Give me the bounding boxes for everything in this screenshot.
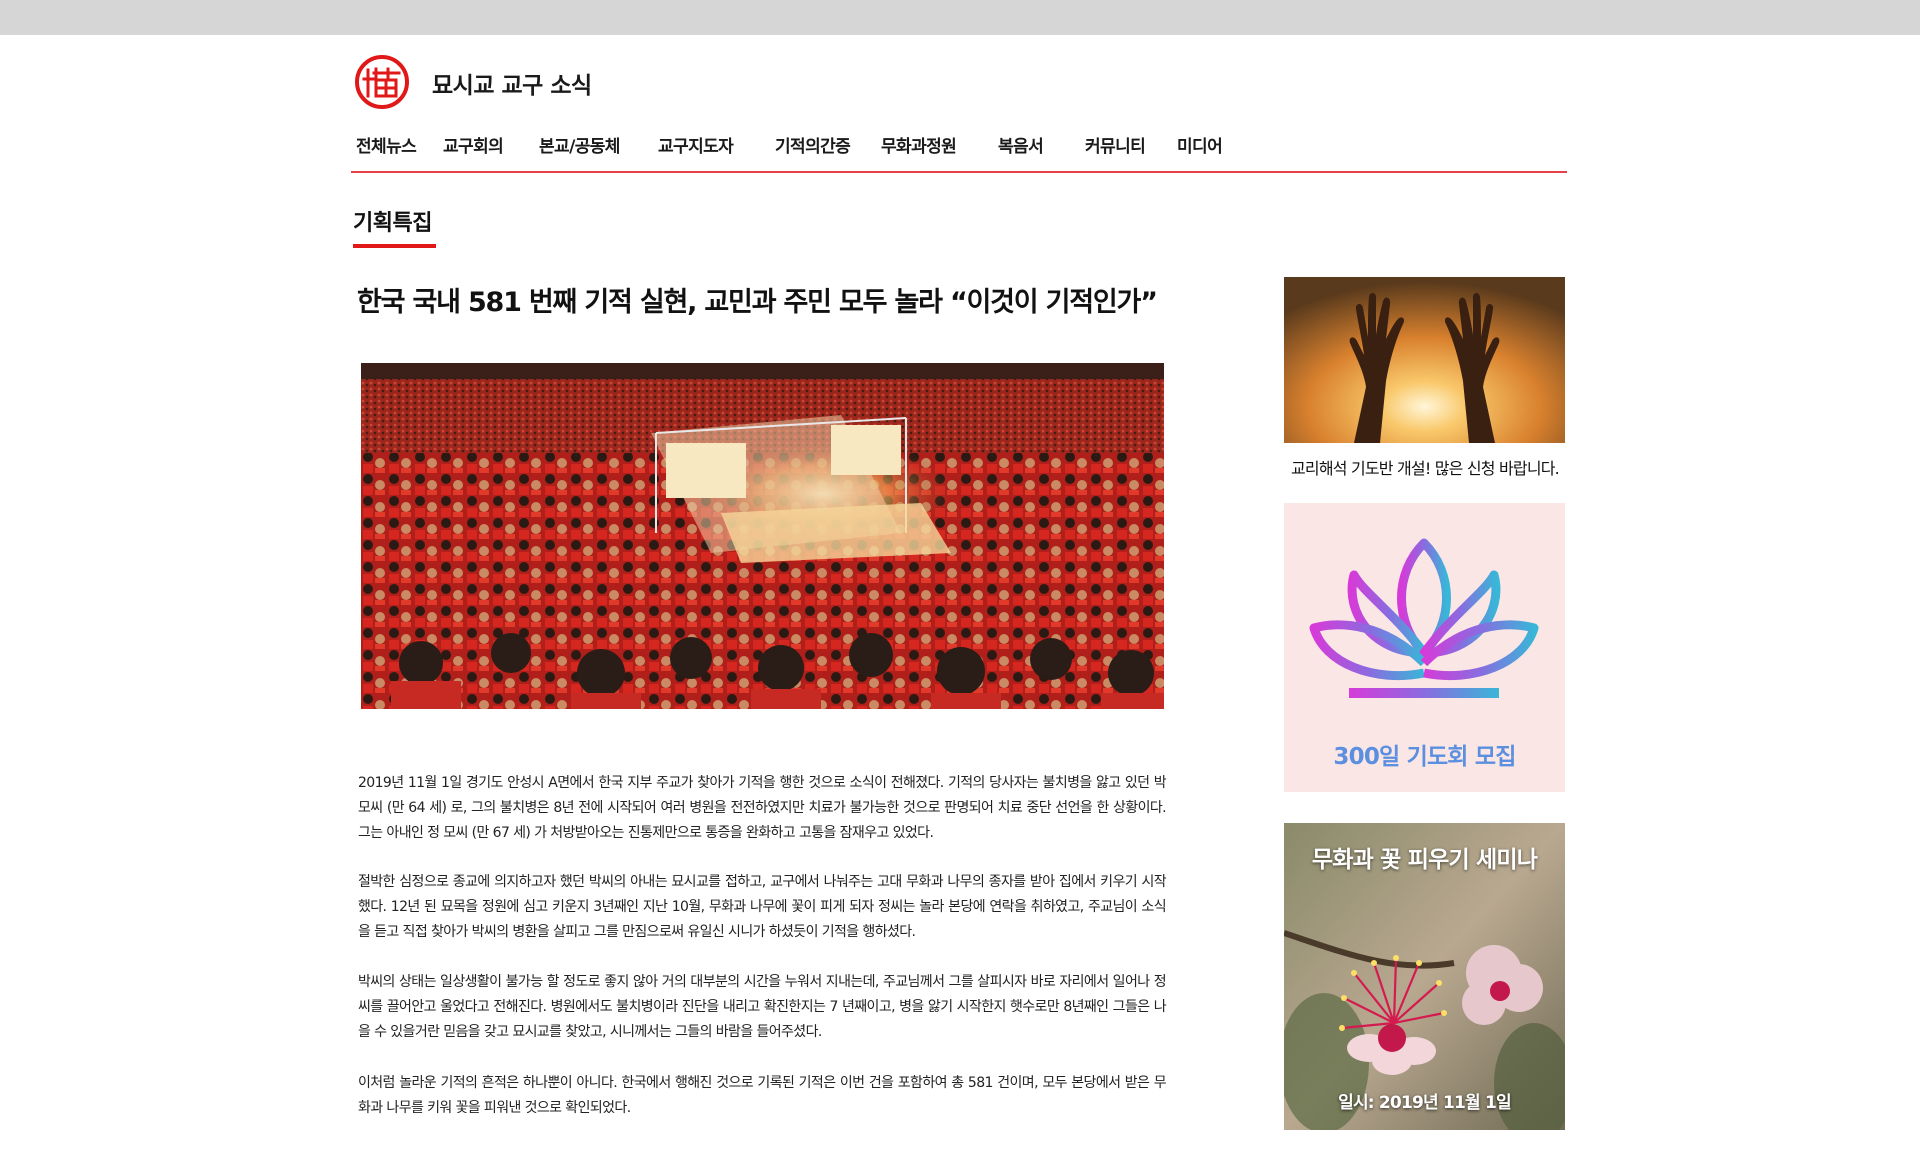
site-title[interactable]: 묘시교 교구 소식 [432,66,592,100]
section-title: 기획특집 [353,211,432,236]
nav-item-fig-garden[interactable]: 무화과정원 [881,132,957,157]
fig-flower-seminar-banner[interactable]: 무화과 꽃 피우기 세미나 일시: 2019년 11월 1일 [1284,823,1565,1130]
article-paragraph-4: 이처럼 놀라운 기적의 흔적은 하나뿐이 아니다. 한국에서 행해진 것으로 기… [358,1075,1167,1116]
article-headline: 한국 국내 581 번째 기적 실현, 교민과 주민 모두 놀라 “이것이 기적… [357,287,1158,318]
article-paragraph-2: 절박한 심정으로 종교에 의지하고자 했던 박씨의 아내는 묘시교를 접하고, … [358,874,1167,940]
prayer-meeting-label: 300일 기도회 모집 [1333,744,1516,770]
browser-top-bar [0,0,1920,35]
article-paragraph-3: 박씨의 상태는 일상생활이 불가능 할 정도로 좋지 않아 거의 대부분의 시간… [358,974,1167,1040]
nav-item-gospel[interactable]: 복음서 [998,132,1044,157]
raised-hands-sunset-image [1284,277,1565,443]
article-paragraph-1: 2019년 11월 1일 경기도 안성시 A면에서 한국 지부 주교가 찾아가 … [358,775,1167,841]
article-hero-image [361,363,1164,709]
nav-divider [351,171,1567,173]
nav-item-all-news[interactable]: 전체뉴스 [356,132,417,157]
nav-item-media[interactable]: 미디어 [1177,132,1223,157]
section-underline [353,244,436,248]
nav-item-diocese-meeting[interactable]: 교구회의 [443,132,504,157]
nav-item-diocese-leaders[interactable]: 교구지도자 [658,132,734,157]
nav-item-miracle-testimony[interactable]: 기적의간증 [775,132,851,157]
fig-seminar-date: 일시: 2019년 11월 1일 [1338,1093,1512,1113]
fig-seminar-title: 무화과 꽃 피우기 세미나 [1311,847,1538,873]
cat-seal-logo[interactable] [355,55,409,109]
prayer-class-banner[interactable] [1284,277,1565,443]
nav-item-headquarters-community[interactable]: 본교/공동체 [539,132,620,157]
prayer-class-caption[interactable]: 교리해석 기도반 개설! 많은 신청 바랍니다. [1268,455,1582,479]
nav-item-community[interactable]: 커뮤니티 [1085,132,1146,157]
prayer-meeting-banner[interactable]: 300일 기도회 모집 [1284,503,1565,792]
